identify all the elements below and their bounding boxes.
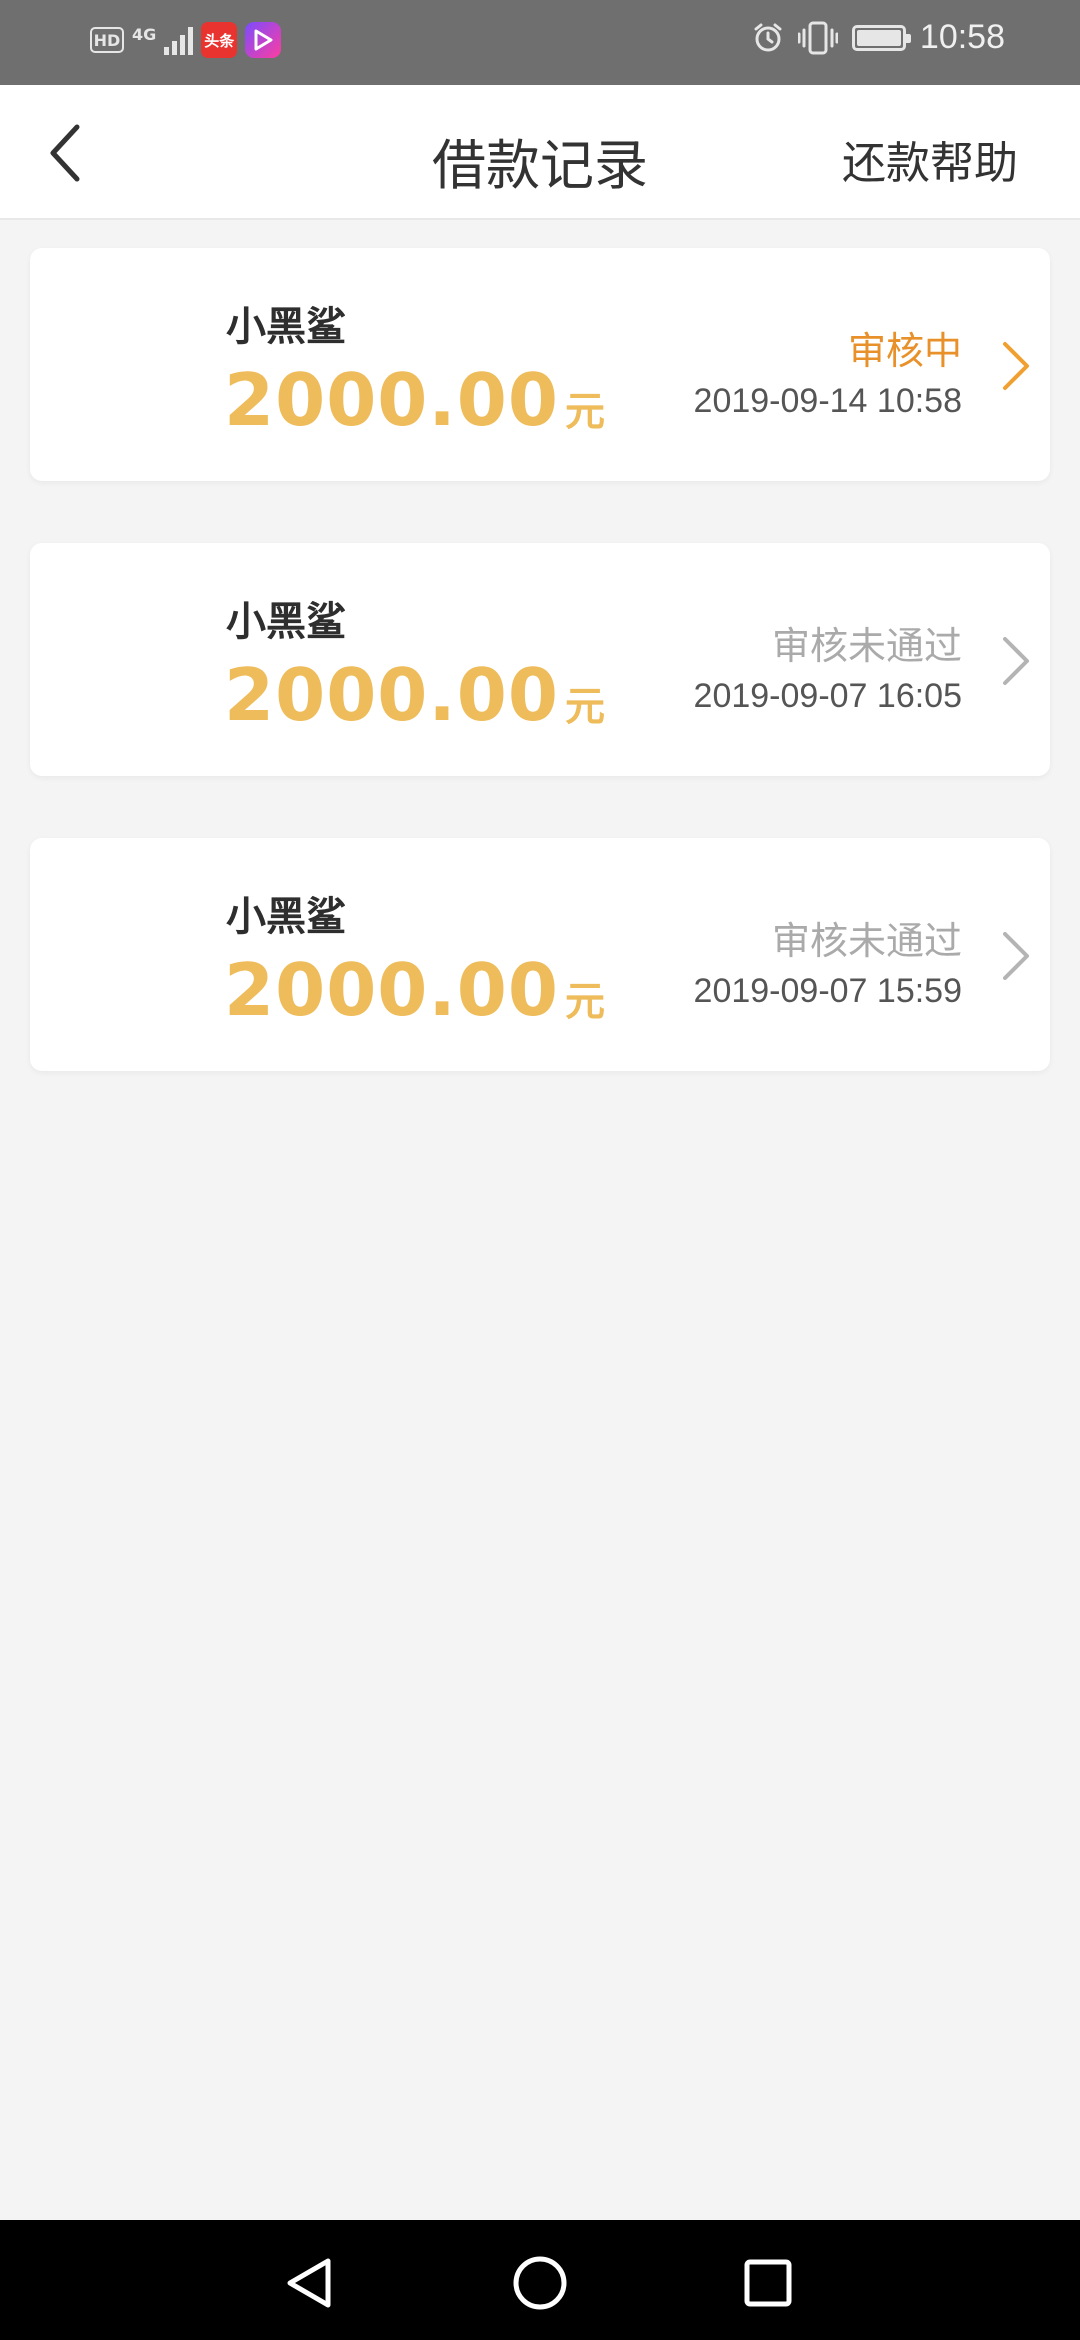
status-bar-right: 10:58 — [752, 18, 1005, 57]
recents-square-icon — [744, 2259, 792, 2307]
battery-icon — [851, 24, 911, 51]
video-app-icon — [245, 22, 282, 58]
loan-amount-group: 2000.00 元 — [224, 948, 605, 1032]
status-bar: HD 4G 头条 10:58 — [0, 0, 1080, 85]
repayment-help-link[interactable]: 还款帮助 — [842, 127, 1018, 191]
loan-record-card[interactable]: 小黑鲨 2000.00 元 审核未通过 2019-09-07 15:59 — [30, 838, 1050, 1071]
hd-icon: HD — [90, 27, 124, 53]
currency-unit: 元 — [564, 389, 605, 435]
signal-icon — [164, 25, 194, 55]
system-navigation-bar — [0, 2220, 1080, 2340]
chevron-right-icon — [1003, 637, 1029, 685]
nav-recents-button[interactable] — [735, 2250, 801, 2316]
chevron-right-icon — [1003, 342, 1029, 390]
nav-back-button[interactable] — [276, 2250, 342, 2316]
status-bar-left: HD 4G 头条 — [90, 22, 282, 58]
currency-unit: 元 — [564, 684, 605, 730]
chevron-left-icon — [50, 124, 80, 182]
vibrate-icon — [797, 21, 838, 54]
review-status: 审核未通过 — [771, 624, 962, 668]
record-datetime: 2019-09-14 10:58 — [693, 382, 962, 420]
toutiao-app-icon: 头条 — [201, 22, 238, 58]
loan-amount: 2000.00 — [224, 948, 559, 1032]
chevron-right-icon — [1003, 932, 1029, 980]
loan-record-card[interactable]: 小黑鲨 2000.00 元 审核未通过 2019-09-07 16:05 — [30, 543, 1050, 776]
back-button[interactable] — [30, 115, 100, 191]
back-triangle-icon — [287, 2258, 331, 2308]
network-type-label: 4G — [132, 25, 157, 44]
review-status: 审核中 — [847, 329, 962, 373]
alarm-icon — [754, 23, 782, 51]
loan-amount-group: 2000.00 元 — [224, 358, 605, 442]
currency-unit: 元 — [564, 979, 605, 1025]
lender-name: 小黑鲨 — [226, 894, 346, 940]
loan-records-list: 小黑鲨 2000.00 元 审核中 2019-09-14 10:58 小黑鲨 2… — [30, 248, 1050, 1133]
record-datetime: 2019-09-07 15:59 — [693, 972, 962, 1010]
record-datetime: 2019-09-07 16:05 — [693, 677, 962, 715]
app-header: 借款记录 还款帮助 — [0, 85, 1080, 220]
lender-name: 小黑鲨 — [226, 599, 346, 645]
loan-amount: 2000.00 — [224, 653, 559, 737]
loan-record-card[interactable]: 小黑鲨 2000.00 元 审核中 2019-09-14 10:58 — [30, 248, 1050, 481]
home-circle-icon — [513, 2256, 567, 2310]
loan-amount: 2000.00 — [224, 358, 559, 442]
lender-name: 小黑鲨 — [226, 304, 346, 350]
nav-home-button[interactable] — [507, 2250, 573, 2316]
status-time: 10:58 — [919, 18, 1005, 56]
loan-amount-group: 2000.00 元 — [224, 653, 605, 737]
review-status: 审核未通过 — [771, 919, 962, 963]
